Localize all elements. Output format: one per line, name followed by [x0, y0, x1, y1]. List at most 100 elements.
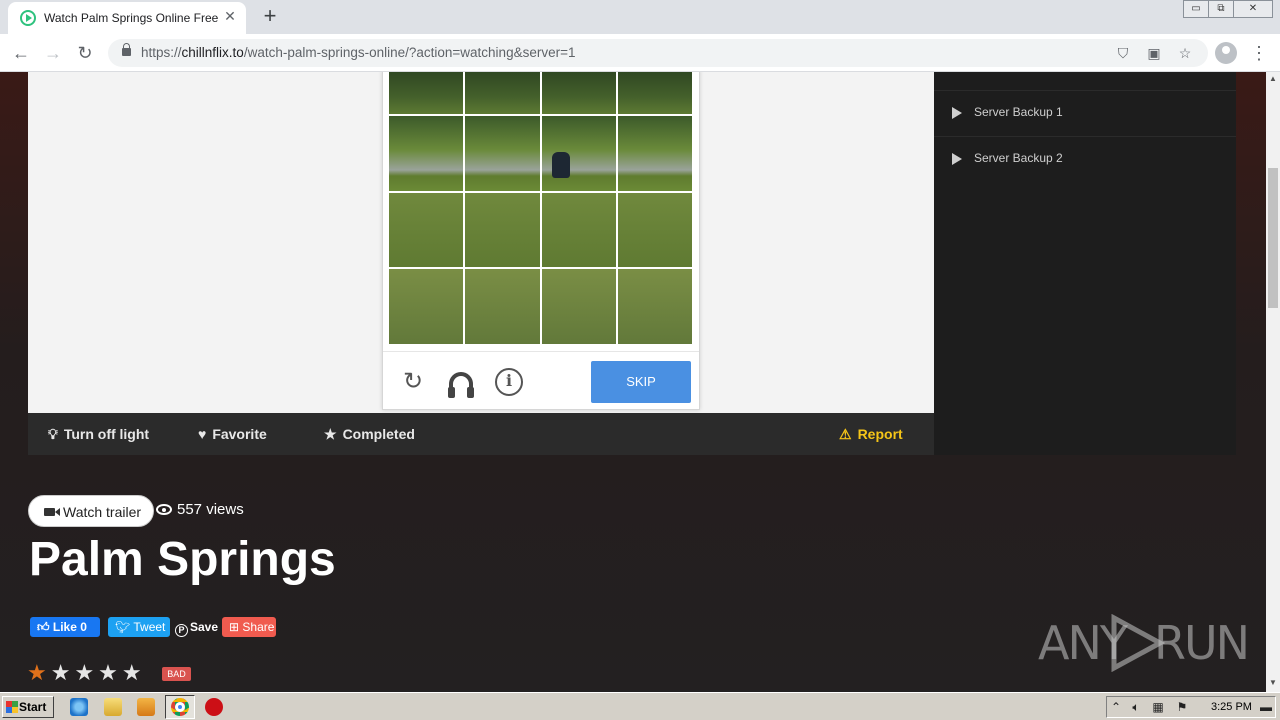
- captcha-tile[interactable]: [465, 192, 540, 268]
- folder-icon[interactable]: [104, 698, 122, 716]
- turn-off-light-button[interactable]: 💡︎ Turn off light: [48, 426, 149, 443]
- watch-trailer-button[interactable]: Watch trailer: [28, 495, 154, 527]
- facebook-like-button[interactable]: 👍︎ Like 0: [30, 617, 100, 637]
- captcha-tile[interactable]: [541, 116, 616, 191]
- pinterest-save-button[interactable]: P Save: [173, 617, 219, 637]
- show-desktop-icon[interactable]: ▬: [1259, 701, 1273, 714]
- info-icon[interactable]: i: [495, 368, 523, 396]
- captcha-tile[interactable]: [389, 269, 464, 344]
- restore-button[interactable]: ⧉: [1208, 0, 1234, 18]
- star-icon-empty[interactable]: ★★★★: [51, 660, 146, 685]
- captcha-tile[interactable]: [617, 192, 692, 268]
- captcha-reload-icon[interactable]: ↻: [399, 368, 427, 396]
- close-tab-icon[interactable]: ✕: [222, 8, 238, 24]
- shield-blocked-icon[interactable]: ⛉: [1114, 44, 1132, 62]
- star-icon-filled[interactable]: ★: [27, 660, 51, 685]
- plus-icon: ⊞: [229, 620, 243, 634]
- action-center-flag-icon[interactable]: ⚑: [1175, 701, 1189, 714]
- scroll-thumb[interactable]: [1268, 168, 1278, 308]
- captcha-challenge: ↻ i SKIP: [382, 72, 700, 410]
- forward-arrow-icon[interactable]: →: [42, 42, 64, 64]
- server-item-backup-1[interactable]: Server Backup 1: [934, 90, 1236, 136]
- play-favicon-icon: [20, 10, 36, 26]
- rating-badge: BAD: [162, 667, 191, 681]
- windows-logo-icon: [6, 701, 18, 713]
- opera-icon[interactable]: [205, 698, 223, 716]
- video-camera-icon: [44, 508, 60, 516]
- view-count: 557 views: [177, 501, 244, 518]
- warning-icon: ⚠: [839, 426, 852, 442]
- system-tray: ⌃ 🔈︎ ▦ ⚑ 3:25 PM ▬: [1106, 696, 1276, 718]
- back-arrow-icon[interactable]: ←: [10, 42, 32, 64]
- browser-toolbar: ← → ↻ https://chillnflix.to/watch-palm-s…: [0, 34, 1280, 72]
- clock[interactable]: 3:25 PM: [1211, 701, 1252, 713]
- captcha-tile[interactable]: [617, 72, 692, 114]
- server-item-backup-2[interactable]: Server Backup 2: [934, 136, 1236, 182]
- captcha-tile[interactable]: [465, 72, 540, 114]
- bookmark-star-icon[interactable]: ☆: [1176, 44, 1194, 62]
- server-label: Server Backup 1: [974, 105, 1063, 119]
- reload-icon[interactable]: ↻: [74, 42, 96, 64]
- new-tab-button[interactable]: +: [258, 5, 282, 29]
- eye-icon: [156, 504, 172, 515]
- player-action-bar: 💡︎ Turn off light ♥ Favorite ★ Completed ⚠ R…: [28, 413, 934, 455]
- captcha-tile[interactable]: [541, 192, 616, 268]
- scroll-up-icon[interactable]: ▲: [1266, 72, 1280, 86]
- menu-kebab-icon[interactable]: ⋮: [1250, 42, 1268, 64]
- popup-blocked-icon[interactable]: ▣: [1145, 44, 1163, 62]
- captcha-image-grid: [389, 72, 692, 344]
- captcha-footer: ↻ i SKIP: [383, 351, 699, 409]
- page-content: ↻ i SKIP 💡︎ Turn off light ♥ Favorite ★ Com…: [0, 72, 1266, 692]
- play-icon: [952, 107, 962, 119]
- heart-icon: ♥: [198, 426, 207, 442]
- windows-taskbar: Start ⌃ 🔈︎ ▦ ⚑ 3:25 PM ▬: [0, 692, 1280, 720]
- chrome-taskbar-button[interactable]: [165, 695, 195, 719]
- server-label: Server Backup 2: [974, 151, 1063, 165]
- browser-tab[interactable]: Watch Palm Springs Online Free GoM ✕: [8, 2, 246, 34]
- captcha-tile[interactable]: [465, 116, 540, 191]
- completed-button[interactable]: ★ Completed: [324, 426, 415, 443]
- chrome-icon: [171, 698, 189, 716]
- captcha-tile[interactable]: [389, 116, 464, 191]
- lock-icon: [122, 43, 131, 56]
- tab-strip: Watch Palm Springs Online Free GoM ✕ + ▭…: [0, 0, 1280, 34]
- favorite-button[interactable]: ♥ Favorite: [198, 426, 267, 442]
- address-bar[interactable]: https://chillnflix.to/watch-palm-springs…: [108, 39, 1208, 67]
- pinterest-icon: P: [175, 624, 188, 637]
- star-rating[interactable]: ★★★★★: [27, 660, 146, 686]
- captcha-tile[interactable]: [389, 72, 464, 114]
- captcha-tile[interactable]: [465, 269, 540, 344]
- captcha-tile[interactable]: [617, 269, 692, 344]
- report-button[interactable]: ⚠ Report: [839, 426, 903, 443]
- server-list: Server Backup 1 Server Backup 2: [934, 72, 1236, 455]
- vertical-scrollbar[interactable]: ▲ ▼: [1266, 72, 1280, 692]
- close-window-button[interactable]: ✕: [1233, 0, 1273, 18]
- lightbulb-icon: 💡︎: [48, 426, 58, 442]
- skip-button[interactable]: SKIP: [591, 361, 691, 403]
- play-icon: [952, 153, 962, 165]
- captcha-tile[interactable]: [541, 269, 616, 344]
- media-player-icon[interactable]: [137, 698, 155, 716]
- captcha-tile[interactable]: [541, 72, 616, 114]
- page-title: Palm Springs: [29, 533, 336, 586]
- tray-expand-icon[interactable]: ⌃: [1109, 701, 1123, 714]
- motorcycle-rider: [551, 152, 570, 178]
- tweet-button[interactable]: 🐦︎ Tweet: [108, 617, 170, 637]
- profile-avatar-icon[interactable]: [1215, 42, 1237, 64]
- share-button[interactable]: ⊞ Share: [222, 617, 276, 637]
- volume-icon[interactable]: 🔈︎: [1129, 701, 1143, 714]
- twitter-bird-icon: 🐦︎: [115, 620, 134, 634]
- captcha-tile[interactable]: [617, 116, 692, 191]
- network-icon[interactable]: ▦: [1151, 701, 1165, 714]
- anyrun-watermark-logo: ANY RUN: [1038, 614, 1250, 672]
- minimize-button[interactable]: ▭: [1183, 0, 1209, 18]
- start-button[interactable]: Start: [2, 696, 54, 718]
- captcha-tile[interactable]: [389, 192, 464, 268]
- video-player[interactable]: ↻ i SKIP: [28, 72, 934, 413]
- tab-title: Watch Palm Springs Online Free GoM: [44, 11, 222, 25]
- scroll-down-icon[interactable]: ▼: [1266, 676, 1280, 690]
- thumbs-up-icon: 👍︎: [37, 620, 53, 634]
- headphones-audio-icon[interactable]: [448, 372, 474, 398]
- url-text: https://chillnflix.to/watch-palm-springs…: [141, 45, 576, 60]
- internet-explorer-icon[interactable]: [70, 698, 88, 716]
